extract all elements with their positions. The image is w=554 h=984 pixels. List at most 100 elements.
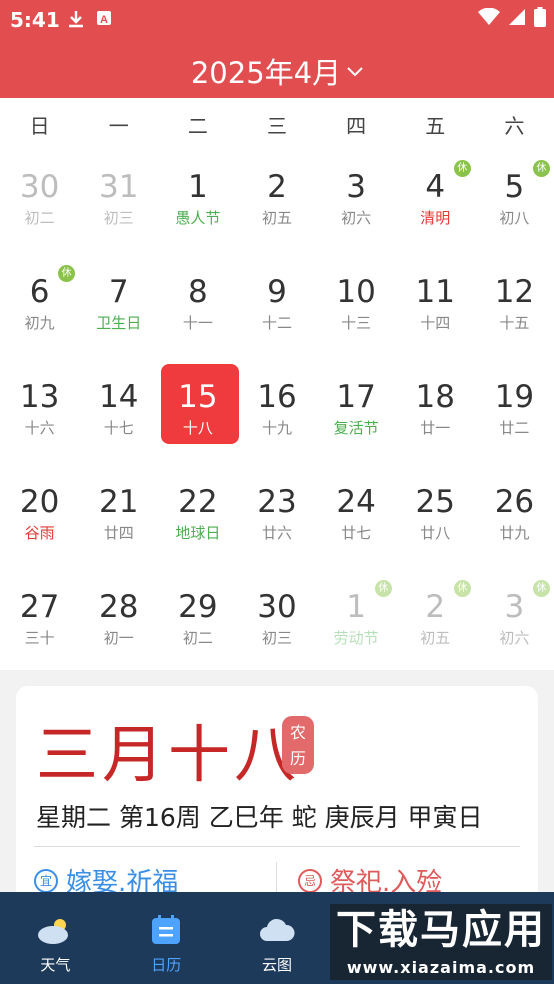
day-lunar-label: 十五 (499, 314, 530, 332)
day-lunar-label: 十四 (420, 314, 451, 332)
signal-icon (509, 9, 525, 25)
day-number: 15 (178, 379, 218, 415)
day-cell[interactable]: 23 廿六 (237, 465, 316, 570)
day-cell[interactable]: 26 廿九 (475, 465, 554, 570)
status-time: 5:41 (10, 8, 60, 32)
day-cell-selected[interactable]: 15 十八 (158, 360, 240, 465)
day-number: 3 (504, 589, 525, 625)
day-lunar-label: 廿九 (499, 524, 530, 542)
day-number: 29 (178, 589, 218, 625)
day-lunar-label: 十六 (24, 419, 55, 437)
day-cell[interactable]: 24 廿七 (317, 465, 396, 570)
day-cell[interactable]: 11 十四 (396, 255, 475, 360)
day-cell[interactable]: 18 廿一 (396, 360, 475, 465)
lunar-tag-line-2: 历 (289, 749, 306, 768)
day-lunar-label: 清明 (420, 209, 451, 227)
svg-text:A: A (100, 14, 108, 26)
cloud-icon (259, 914, 295, 946)
day-cell[interactable]: 12 十五 (475, 255, 554, 360)
weekday-header: 日一二三四五六 (0, 98, 554, 150)
day-number: 17 (336, 379, 376, 415)
day-lunar-label: 初一 (103, 629, 134, 647)
day-cell[interactable]: 13 十六 (0, 360, 79, 465)
day-number: 18 (415, 379, 455, 415)
nav-weather-label: 天气 (40, 956, 71, 974)
day-lunar-label: 复活节 (333, 419, 379, 437)
day-cell[interactable]: 16 十九 (237, 360, 316, 465)
day-cell[interactable]: 3 初六 休 (475, 570, 554, 675)
day-number: 4 (425, 169, 446, 205)
day-lunar-label: 初二 (182, 629, 213, 647)
day-lunar-label: 廿四 (103, 524, 134, 542)
day-cell[interactable]: 6 初九 休 (0, 255, 79, 360)
day-number: 26 (494, 484, 535, 520)
week-row: 30 初二 31 初三 1 愚人节 2 初五 3 初六 4 清明休 5 初八休 (0, 150, 554, 255)
day-cell[interactable]: 2 初五 (237, 150, 316, 255)
day-cell[interactable]: 25 廿八 (396, 465, 475, 570)
day-number: 9 (267, 274, 287, 310)
week-row: 13 十六 14 十七 15 十八 16 十九 17 复活节 18 廿一 19 廿二 (0, 360, 554, 465)
day-number: 1 (187, 169, 208, 205)
app-header: 5:41 A 2025年4月 (0, 0, 554, 98)
day-lunar-label: 三十 (24, 629, 55, 647)
day-cell[interactable]: 27 三十 (0, 570, 79, 675)
day-number: 5 (504, 169, 525, 205)
day-lunar-label: 初二 (24, 209, 55, 227)
day-cell[interactable]: 9 十二 (237, 255, 316, 360)
day-cell[interactable]: 10 十三 (317, 255, 396, 360)
holiday-badge: 休 (532, 160, 550, 177)
month-selector[interactable]: 2025年4月 (0, 50, 554, 92)
chevron-down-icon (347, 67, 363, 77)
divider (34, 846, 520, 847)
day-cell[interactable]: 2 初五 休 (396, 570, 475, 675)
nav-calendar[interactable]: 日历 (111, 892, 222, 984)
day-cell[interactable]: 1 劳动节 休 (317, 570, 396, 675)
day-cell[interactable]: 14 十七 (79, 360, 158, 465)
holiday-badge: 休 (453, 160, 471, 177)
day-lunar-label: 十九 (261, 419, 292, 437)
day-lunar-label: 十三 (341, 314, 372, 332)
calendar-icon (151, 914, 181, 946)
day-cell[interactable]: 19 廿二 (475, 360, 554, 465)
day-cell[interactable]: 4 清明 休 (396, 150, 475, 255)
day-lunar-label: 初八 (499, 209, 530, 227)
day-lunar-label: 廿八 (420, 524, 451, 542)
day-detail-card: 三月十八 农 历 星期二 第16周 乙巳年 蛇 庚辰月 甲寅日 宜 嫁娶.祈福 … (16, 686, 538, 906)
weekday-label: 二 (187, 113, 208, 138)
day-cell[interactable]: 21 廿四 (79, 465, 158, 570)
day-number: 2 (267, 169, 287, 205)
day-cell[interactable]: 3 初六 (317, 150, 396, 255)
day-lunar-label: 廿一 (420, 419, 451, 437)
day-lunar-label: 卫生日 (96, 314, 142, 332)
day-cell[interactable]: 20 谷雨 (0, 465, 79, 570)
app-notification-icon: A (96, 10, 112, 32)
day-lunar-label: 廿七 (341, 524, 372, 542)
day-number: 13 (19, 379, 60, 415)
day-cell[interactable]: 7 卫生日 (79, 255, 158, 360)
day-lunar-label: 初六 (499, 629, 530, 647)
day-cell[interactable]: 29 初二 (158, 570, 237, 675)
week-row: 6 初九 休 7 卫生日 8 十一 9 十二 10 十三 11 十四 12 十五 (0, 255, 554, 360)
day-cell[interactable]: 8 十一 (158, 255, 237, 360)
day-number: 11 (415, 274, 455, 310)
day-number: 8 (187, 274, 208, 310)
day-cell[interactable]: 28 初一 (79, 570, 158, 675)
nav-weather[interactable]: 天气 (0, 892, 111, 984)
day-lunar-label: 十一 (182, 314, 213, 332)
day-cell[interactable]: 1 愚人节 (158, 150, 237, 255)
week-row: 27 三十 28 初一 29 初二 30 初三 1 劳动节休 2 初五休 3 初六休 (0, 570, 554, 675)
day-cell[interactable]: 5 初八 休 (475, 150, 554, 255)
day-cell[interactable]: 22 地球日 (158, 465, 237, 570)
day-cell[interactable]: 31 初三 (79, 150, 158, 255)
lunar-date: 三月十八 (36, 718, 301, 791)
day-cell[interactable]: 17 复活节 (317, 360, 396, 465)
day-number: 21 (98, 484, 139, 520)
day-cell[interactable]: 30 初三 (237, 570, 316, 675)
day-lunar-label: 十七 (103, 419, 134, 437)
day-lunar-label: 初五 (420, 629, 451, 647)
day-cell[interactable]: 30 初二 (0, 150, 79, 255)
status-notifications: A (68, 10, 112, 32)
week-row: 20 谷雨 21 廿四 22 地球日 23 廿六 24 廿七 25 廿八 26 廿九 (0, 465, 554, 570)
nav-cloud-map[interactable]: 云图 (222, 892, 333, 984)
day-number: 30 (257, 589, 297, 625)
